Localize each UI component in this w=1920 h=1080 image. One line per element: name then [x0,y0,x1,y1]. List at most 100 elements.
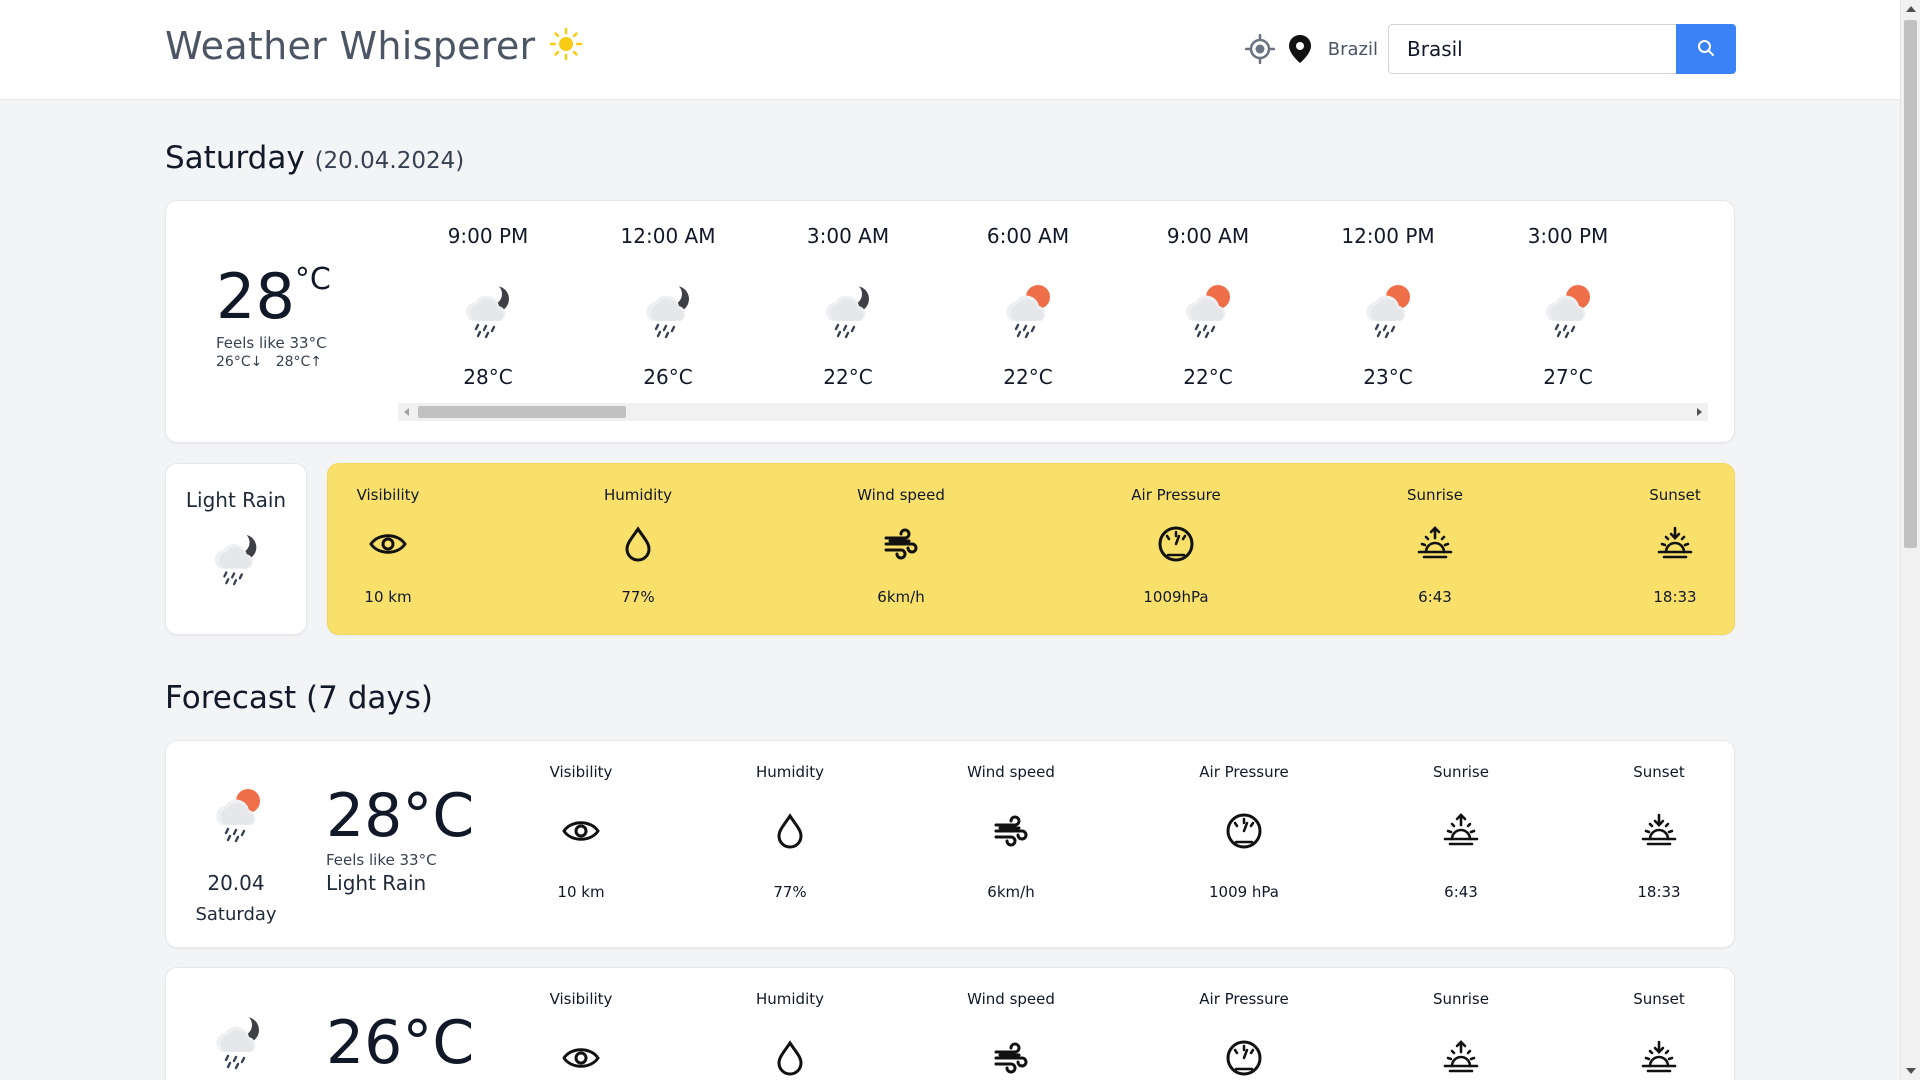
hour-time: 12:00 PM [1341,224,1435,248]
forecast-stat-humidity: Humidity 77% [710,741,870,901]
stat-value: 18:33 [1653,588,1697,606]
stat-label: Sunset [1649,486,1701,504]
forecast-stat-visibility: Visibility [501,968,661,1080]
droplet-icon [558,522,718,566]
rain-night-icon [578,269,758,349]
forecast-stat-sunrise: Sunrise [1381,968,1541,1080]
forecast-feels-like: Feels like 33°C [326,851,437,869]
search-input[interactable] [1388,24,1676,74]
country-label: Brazil [1327,38,1378,60]
forecast-stat-visibility: Visibility 10 km [501,741,661,901]
stat-wind: Wind speed 6km/h [821,464,981,606]
min-temp: 26°C [216,354,251,370]
forecast-stat-pressure: Air Pressure 1009 hPa [1164,741,1324,901]
stat-label: Air Pressure [1199,763,1289,781]
app-title: Weather Whisperer [165,24,536,68]
brand: Weather Whisperer [165,24,583,68]
hour-time: 12:00 AM [620,224,716,248]
today-hourly-card: 28°C Feels like 33°C 26°C↓ 28°C↑ 9:00 PM… [165,200,1735,443]
hourly-forecast-scroller[interactable]: 9:00 PM 28°C 12:00 AM 26°C 3:00 AM 22°C 6:00 A… [398,221,1708,421]
hour-time: 9:00 PM [447,224,529,248]
max-temp: 28°C [275,354,311,370]
hour-item: 3:00 AM 22°C [758,221,938,389]
today-date: (20.04.2024) [314,148,465,174]
forecast-stat-wind: Wind speed 6km/h [931,741,1091,901]
sunrise-icon [1355,522,1515,566]
hourly-forecast-list: 9:00 PM 28°C 12:00 AM 26°C 3:00 AM 22°C 6:00 A… [398,221,1708,389]
stat-visibility: Visibility 10 km [308,464,468,606]
hourly-scroll-thumb[interactable] [418,406,626,418]
hour-temp: 22°C [1003,365,1053,389]
stat-label: Humidity [755,990,824,1008]
rain-night-icon [758,269,938,349]
search-button[interactable] [1676,24,1736,74]
hour-item: 6:00 PM 27°C [1658,221,1709,389]
sunset-icon [1579,1036,1739,1080]
hour-time: 6:00 AM [986,224,1070,248]
condition-label: Light Rain [185,488,287,512]
stat-sunrise: Sunrise 6:43 [1355,464,1515,606]
stat-label: Sunrise [1433,990,1489,1008]
map-pin-icon [1280,29,1320,69]
rain-day-icon [206,781,270,849]
hour-temp: 27°C [1543,365,1593,389]
forecast-stat-sunset: Sunset 18:33 [1579,741,1739,901]
hour-time: 6:00 PM [1658,221,1709,251]
stat-value: 18:33 [1637,883,1681,901]
condition-card: Light Rain [165,463,307,635]
hour-temp: 27°C [1658,365,1708,389]
gauge-icon [1096,522,1256,566]
stat-value: 6:43 [1418,588,1452,606]
sun-logo-icon [549,27,583,65]
forecast-day-row[interactable]: 26°C Visibility Humidity Wind speed Air … [165,967,1735,1080]
stat-label: Air Pressure [1131,486,1221,504]
forecast-day-row[interactable]: 20.04 Saturday 28°C Feels like 33°C Ligh… [165,740,1735,948]
rain-night-icon [398,269,578,349]
today-day: Saturday [165,140,305,176]
eye-icon [308,522,468,566]
gauge-icon [1164,809,1324,853]
scroll-up-arrow-icon[interactable] [1906,6,1916,12]
forecast-stat-pressure: Air Pressure [1164,968,1324,1080]
stat-value: 1009hPa [1143,588,1209,606]
eye-icon [501,1036,661,1080]
gauge-icon [1164,1036,1324,1080]
stat-label: Humidity [755,763,824,781]
forecast-date: 20.04 [207,871,265,895]
stat-label: Visibility [356,486,420,504]
scroll-down-arrow-icon[interactable] [1906,1068,1916,1074]
stat-label: Humidity [603,486,672,504]
today-stats-panel: Visibility 10 km Humidity 77% Wind speed… [327,463,1735,635]
forecast-stat-sunrise: Sunrise 6:43 [1381,741,1541,901]
stat-label: Wind speed [967,990,1055,1008]
page-scrollbar[interactable] [1900,0,1920,1080]
wind-icon [931,1036,1091,1080]
rain-day-icon [1478,269,1658,349]
forecast-stat-sunset: Sunset [1579,968,1739,1080]
stat-label: Visibility [549,990,613,1008]
stat-label: Wind speed [967,763,1055,781]
sunset-icon [1595,522,1755,566]
forecast-temp: 28°C [326,781,475,851]
forecast-heading: Forecast (7 days) [165,680,433,716]
current-temp-unit: °C [294,262,331,297]
scroll-left-arrow-icon[interactable] [404,408,409,416]
current-location-icon[interactable] [1240,29,1280,69]
hour-time: 3:00 PM [1527,224,1609,248]
wind-icon [931,809,1091,853]
arrow-down-icon: ↓ [250,354,263,370]
scroll-right-arrow-icon[interactable] [1697,408,1702,416]
stat-label: Air Pressure [1199,990,1289,1008]
stat-value: 77% [621,588,655,606]
stat-value: 1009 hPa [1208,883,1279,901]
hour-time: 3:00 AM [806,224,890,248]
forecast-stat-wind: Wind speed [931,968,1091,1080]
rain-day-icon [1658,269,1708,349]
hour-temp: 22°C [823,365,873,389]
stat-label: Sunrise [1433,763,1489,781]
current-min-max: 26°C↓ 28°C↑ [216,354,346,370]
scroll-thumb[interactable] [1904,20,1917,548]
search-bar [1388,24,1736,74]
hourly-scrollbar[interactable] [398,403,1708,421]
forecast-weekday: Saturday [195,904,277,925]
